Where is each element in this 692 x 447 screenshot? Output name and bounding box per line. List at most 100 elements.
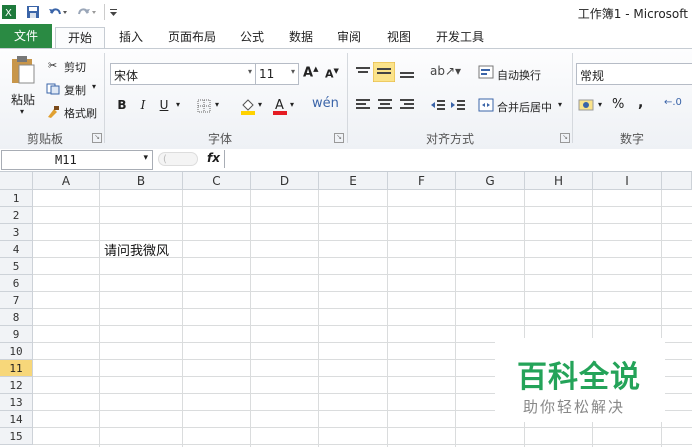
- column-header-g[interactable]: G: [456, 172, 525, 190]
- italic-button[interactable]: I: [133, 95, 153, 115]
- merge-dropdown-icon[interactable]: ▾: [558, 100, 562, 109]
- name-box[interactable]: M11 ▾: [1, 150, 153, 170]
- tab-file[interactable]: 文件: [0, 24, 52, 48]
- align-bottom-icon[interactable]: [399, 65, 415, 79]
- column-header-a[interactable]: A: [33, 172, 100, 190]
- chevron-down-icon: ▾: [290, 67, 295, 76]
- row-header-9[interactable]: 9: [0, 326, 33, 343]
- row-header-10[interactable]: 10: [0, 343, 33, 360]
- svg-text:A: A: [275, 98, 284, 113]
- fill-color-dropdown-icon[interactable]: ▾: [258, 100, 262, 109]
- percent-button[interactable]: %: [612, 97, 624, 112]
- merge-center-icon[interactable]: [478, 98, 494, 112]
- copy-button[interactable]: 复制: [64, 82, 86, 98]
- tab-developer[interactable]: 开发工具: [428, 27, 492, 47]
- font-launcher-icon[interactable]: ↘: [334, 133, 344, 143]
- increase-decimal-icon[interactable]: ←.0: [664, 97, 682, 108]
- column-header-d[interactable]: D: [251, 172, 319, 190]
- number-format-select[interactable]: 常规: [576, 63, 692, 85]
- alignment-launcher-icon[interactable]: ↘: [560, 133, 570, 143]
- wrap-text-button[interactable]: 自动换行: [497, 67, 541, 83]
- redo-icon[interactable]: [76, 4, 98, 20]
- gridline: [33, 223, 692, 224]
- row-header-2[interactable]: 2: [0, 207, 33, 224]
- orientation-icon[interactable]: ab↗▾: [430, 64, 461, 78]
- paste-icon[interactable]: [10, 55, 36, 85]
- decrease-indent-icon[interactable]: [430, 98, 446, 112]
- row-header-1[interactable]: 1: [0, 190, 33, 207]
- formula-input[interactable]: [224, 150, 692, 168]
- format-painter-icon[interactable]: [46, 105, 60, 119]
- font-size-select[interactable]: 11 ▾: [255, 63, 299, 85]
- comma-button[interactable]: ,: [638, 95, 643, 111]
- align-left-icon[interactable]: [355, 98, 371, 112]
- tab-page-layout[interactable]: 页面布局: [160, 27, 224, 47]
- underline-button[interactable]: U: [154, 95, 174, 115]
- tab-formulas[interactable]: 公式: [232, 27, 272, 47]
- row-header-11-selected[interactable]: 11: [0, 360, 33, 377]
- customize-qat-icon[interactable]: [109, 4, 119, 20]
- column-header-e[interactable]: E: [319, 172, 388, 190]
- format-painter-button[interactable]: 格式刷: [64, 105, 97, 121]
- align-middle-icon[interactable]: [373, 62, 395, 82]
- formula-bar-resize-handle[interactable]: (: [158, 152, 198, 166]
- save-icon[interactable]: [26, 4, 40, 20]
- font-name-value: 宋体: [114, 69, 139, 83]
- tab-insert[interactable]: 插入: [111, 27, 151, 47]
- row-header-13[interactable]: 13: [0, 394, 33, 411]
- accounting-format-icon[interactable]: [578, 98, 596, 112]
- row-header-15[interactable]: 15: [0, 428, 33, 445]
- grow-font-icon[interactable]: A▲: [303, 65, 318, 80]
- insert-function-icon[interactable]: fx: [207, 151, 220, 165]
- paste-label[interactable]: 粘贴: [11, 91, 35, 108]
- undo-icon[interactable]: [47, 4, 69, 20]
- column-header-c[interactable]: C: [183, 172, 251, 190]
- tab-view[interactable]: 视图: [379, 27, 419, 47]
- row-header-12[interactable]: 12: [0, 377, 33, 394]
- column-header-f[interactable]: F: [388, 172, 456, 190]
- group-divider: [572, 53, 573, 143]
- tab-data[interactable]: 数据: [281, 27, 321, 47]
- excel-app-icon[interactable]: X: [2, 4, 16, 20]
- cut-button[interactable]: 剪切: [64, 59, 86, 75]
- borders-icon[interactable]: [197, 99, 211, 113]
- wrap-text-icon[interactable]: [478, 65, 494, 79]
- watermark-subtitle: 助你轻松解决: [523, 398, 626, 416]
- cell-b4[interactable]: 请问我微风: [104, 240, 169, 259]
- align-center-icon[interactable]: [377, 98, 393, 112]
- borders-dropdown-icon[interactable]: ▾: [215, 100, 219, 109]
- paste-dropdown-icon[interactable]: ▾: [20, 107, 24, 116]
- font-color-icon[interactable]: A: [272, 97, 288, 115]
- row-header-4[interactable]: 4: [0, 241, 33, 258]
- copy-dropdown-icon[interactable]: ▾: [92, 82, 96, 91]
- font-name-select[interactable]: 宋体 ▾: [110, 63, 256, 85]
- bold-button[interactable]: B: [112, 95, 132, 115]
- cut-scissors-icon[interactable]: ✂: [48, 59, 57, 72]
- row-header-7[interactable]: 7: [0, 292, 33, 309]
- copy-icon[interactable]: [46, 83, 60, 95]
- column-header-partial[interactable]: [662, 172, 692, 190]
- row-header-5[interactable]: 5: [0, 258, 33, 275]
- tab-home[interactable]: 开始: [55, 27, 105, 49]
- tab-review[interactable]: 审阅: [329, 27, 369, 47]
- increase-indent-icon[interactable]: [450, 98, 466, 112]
- row-header-14[interactable]: 14: [0, 411, 33, 428]
- align-top-icon[interactable]: [355, 65, 371, 79]
- phonetic-guide-icon[interactable]: wén: [312, 96, 339, 111]
- underline-dropdown-icon[interactable]: ▾: [176, 100, 180, 109]
- align-right-icon[interactable]: [399, 98, 415, 112]
- column-header-b[interactable]: B: [100, 172, 183, 190]
- column-header-h[interactable]: H: [525, 172, 593, 190]
- accounting-dropdown-icon[interactable]: ▾: [598, 100, 602, 109]
- font-color-dropdown-icon[interactable]: ▾: [290, 100, 294, 109]
- column-header-i[interactable]: I: [593, 172, 662, 190]
- select-all-corner[interactable]: [0, 172, 33, 190]
- chevron-down-icon[interactable]: ▾: [143, 153, 148, 163]
- shrink-font-icon[interactable]: A▼: [325, 67, 339, 81]
- row-header-6[interactable]: 6: [0, 275, 33, 292]
- row-header-8[interactable]: 8: [0, 309, 33, 326]
- fill-color-icon[interactable]: [240, 97, 256, 115]
- row-header-3[interactable]: 3: [0, 224, 33, 241]
- merge-center-button[interactable]: 合并后居中: [497, 99, 552, 115]
- clipboard-launcher-icon[interactable]: ↘: [92, 133, 102, 143]
